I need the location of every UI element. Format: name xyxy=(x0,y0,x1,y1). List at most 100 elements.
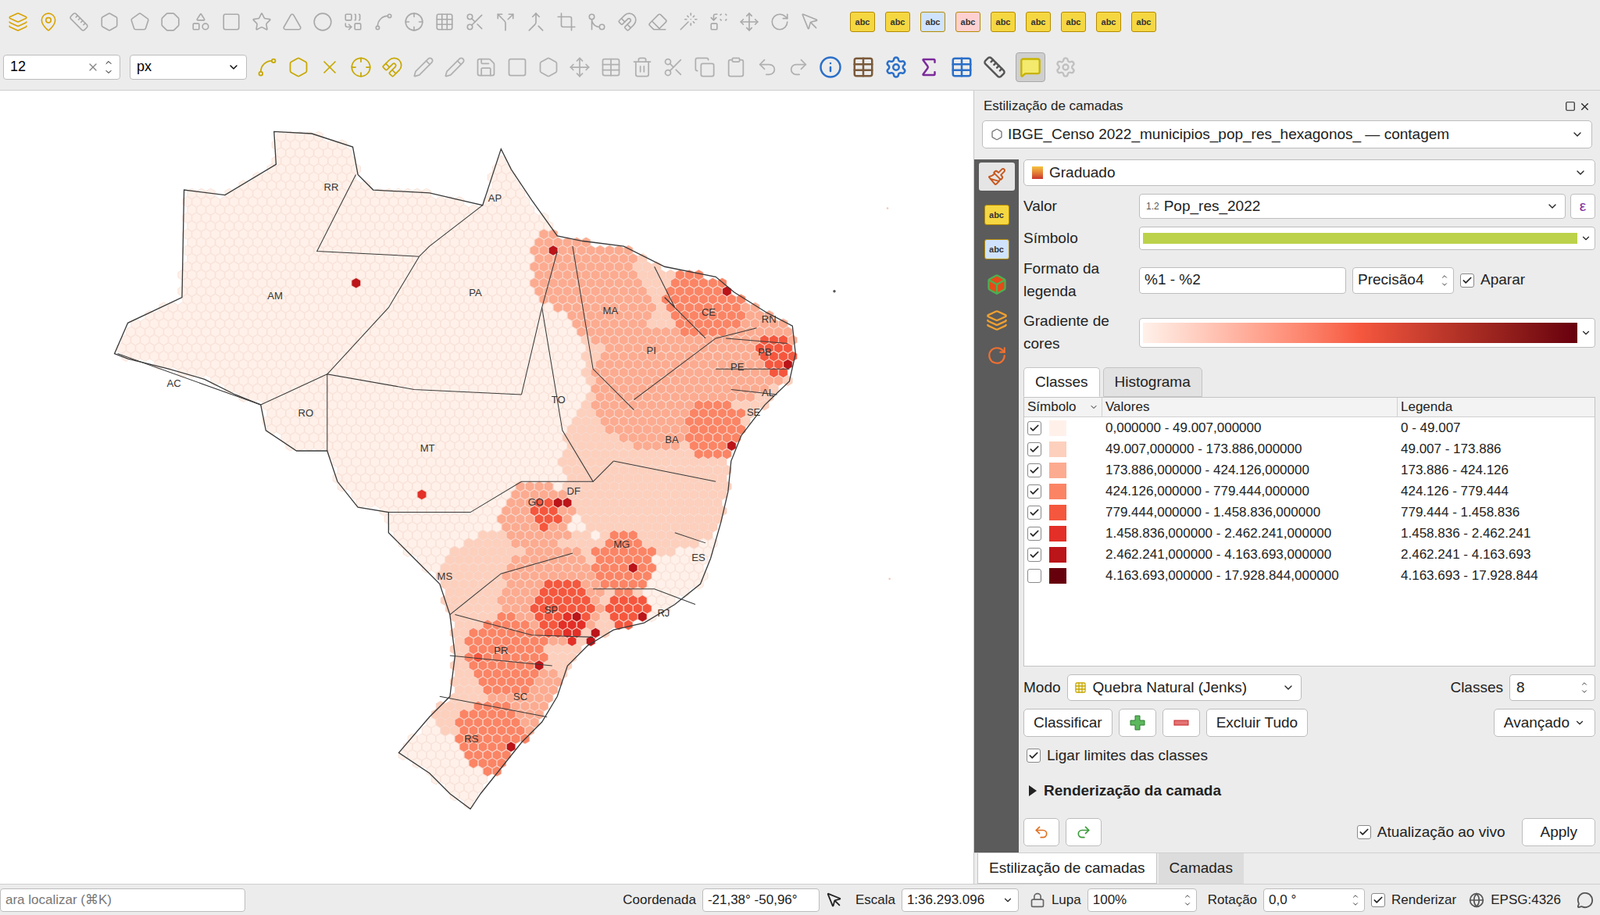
tool-icon[interactable] xyxy=(443,56,466,79)
mask-tab-icon[interactable]: abc xyxy=(984,239,1010,260)
class-checkbox[interactable] xyxy=(1027,484,1042,499)
gear-icon[interactable] xyxy=(884,55,908,79)
class-row[interactable]: 424.126,000000 - 779.444,000000424.126 -… xyxy=(1024,480,1595,502)
advanced-button[interactable]: Avançado xyxy=(1493,708,1596,737)
tool-icon[interactable] xyxy=(769,11,790,33)
value-field[interactable]: 1.2Pop_res_2022 xyxy=(1139,193,1566,219)
layer-select[interactable]: IBGE_Censo 2022_municipios_pop_res_hexag… xyxy=(982,120,1593,149)
live-update-checkbox[interactable] xyxy=(1357,825,1372,840)
labels-tab-icon[interactable]: abc xyxy=(984,204,1010,225)
tool-icon[interactable] xyxy=(756,56,779,79)
close-icon[interactable] xyxy=(1578,100,1591,113)
tool-icon[interactable] xyxy=(708,11,729,33)
tool-icon[interactable] xyxy=(631,56,654,79)
messages-icon[interactable] xyxy=(1576,891,1594,909)
tool-icon[interactable] xyxy=(556,11,577,33)
attribute-table-icon[interactable] xyxy=(950,55,974,79)
class-row[interactable]: 173.886,000000 - 424.126,000000173.886 -… xyxy=(1024,459,1595,481)
tool-icon[interactable] xyxy=(99,11,120,33)
class-checkbox[interactable] xyxy=(1027,421,1042,436)
down-icon[interactable] xyxy=(103,67,114,77)
class-row[interactable]: 779.444,000000 - 1.458.836,000000779.444… xyxy=(1024,501,1595,523)
tool-icon[interactable] xyxy=(251,11,272,33)
crs-button[interactable]: EPSG:4326 xyxy=(1490,889,1561,911)
locator-field[interactable]: ara localizar (⌘K) xyxy=(0,888,246,912)
coordinate-field[interactable]: -21,38° -50,96° xyxy=(702,888,820,912)
rotation-field[interactable]: 0,0 ° xyxy=(1263,888,1365,912)
tool-icon[interactable] xyxy=(506,56,529,79)
tool-icon[interactable] xyxy=(586,11,608,33)
add-class-button[interactable] xyxy=(1118,708,1157,737)
down-icon[interactable] xyxy=(1580,687,1589,696)
tool-icon[interactable] xyxy=(373,11,394,33)
crs-icon[interactable] xyxy=(1468,892,1485,908)
symbology-tab[interactable] xyxy=(978,162,1015,191)
table-icon[interactable] xyxy=(851,55,875,79)
class-checkbox[interactable] xyxy=(1027,505,1042,520)
float-icon[interactable] xyxy=(1564,100,1576,112)
class-row[interactable]: 2.462.241,000000 - 4.163.693,0000002.462… xyxy=(1024,543,1595,565)
redo-button[interactable] xyxy=(1065,817,1102,847)
label-tool-icon[interactable]: abc xyxy=(1131,11,1157,33)
coordinate-toggle-icon[interactable] xyxy=(825,891,843,909)
label-tool-icon[interactable]: abc xyxy=(1060,11,1086,33)
tool-icon[interactable] xyxy=(160,11,181,33)
unit-select[interactable]: px xyxy=(129,54,247,80)
tool-icon[interactable] xyxy=(318,56,341,79)
symbol-button[interactable] xyxy=(1139,226,1596,250)
apply-button[interactable]: Apply xyxy=(1521,817,1596,847)
class-row[interactable]: 1.458.836,000000 - 2.462.241,0000001.458… xyxy=(1024,522,1595,544)
tool-icon[interactable] xyxy=(256,56,279,79)
map-tips-button[interactable] xyxy=(1015,52,1046,83)
history-icon[interactable] xyxy=(986,345,1008,366)
tab[interactable]: Classes xyxy=(1023,367,1100,397)
classify-button[interactable]: Classificar xyxy=(1023,708,1113,737)
link-bounds-checkbox[interactable] xyxy=(1026,748,1041,763)
tool-icon[interactable] xyxy=(678,11,699,33)
sigma-icon[interactable] xyxy=(917,55,941,79)
class-row[interactable]: 4.163.693,000000 - 17.928.844,0000004.16… xyxy=(1024,564,1595,586)
dock-tab[interactable]: Estilização de camadas xyxy=(977,853,1158,884)
class-checkbox[interactable] xyxy=(1027,568,1042,583)
up-icon[interactable] xyxy=(1440,272,1449,281)
magnifier-field[interactable]: 100% xyxy=(1087,888,1197,912)
tool-icon[interactable] xyxy=(495,11,516,33)
tool-icon[interactable] xyxy=(693,56,716,79)
clear-icon[interactable] xyxy=(86,60,100,74)
3d-view-icon[interactable] xyxy=(985,273,1008,296)
delete-all-button[interactable]: Excluir Tudo xyxy=(1206,708,1309,737)
tool-icon[interactable] xyxy=(600,56,622,79)
label-tool-icon[interactable]: abc xyxy=(955,11,981,33)
render-checkbox[interactable] xyxy=(1371,892,1386,908)
tool-icon[interactable] xyxy=(662,56,685,79)
tool-icon[interactable] xyxy=(129,11,150,33)
class-checkbox[interactable] xyxy=(1027,547,1042,562)
legend-format-field[interactable]: %1 - %2 xyxy=(1139,267,1347,294)
tool-icon[interactable] xyxy=(647,11,668,33)
gear-icon[interactable] xyxy=(1054,56,1077,79)
tool-icon[interactable] xyxy=(525,11,547,33)
diagram-icon[interactable] xyxy=(985,309,1008,332)
rendering-section[interactable]: Renderização da camada xyxy=(1023,775,1596,803)
tool-icon[interactable] xyxy=(464,11,486,33)
label-tool-icon[interactable]: abc xyxy=(1096,11,1122,33)
mode-select[interactable]: Quebra Natural (Jenks) xyxy=(1067,674,1302,701)
class-checkbox[interactable] xyxy=(1027,463,1042,478)
tool-icon[interactable] xyxy=(787,56,810,79)
label-tool-icon[interactable]: abc xyxy=(920,11,946,33)
tool-icon[interactable] xyxy=(221,11,242,33)
tool-icon[interactable] xyxy=(342,11,364,33)
tool-icon[interactable] xyxy=(190,11,211,33)
up-icon[interactable] xyxy=(103,57,114,68)
tool-icon[interactable] xyxy=(412,56,435,79)
precision-field[interactable]: Precisão4 xyxy=(1352,267,1454,294)
info-icon[interactable] xyxy=(818,55,843,79)
tool-icon[interactable] xyxy=(381,56,404,79)
dock-tab[interactable]: Camadas xyxy=(1158,853,1244,884)
tool-icon[interactable] xyxy=(739,11,760,33)
tool-icon[interactable] xyxy=(282,11,303,33)
down-icon[interactable] xyxy=(1440,280,1449,289)
tool-icon[interactable] xyxy=(568,56,591,79)
label-tool-icon[interactable]: abc xyxy=(885,11,911,33)
scale-field[interactable]: 1:36.293.096 xyxy=(901,888,1019,912)
